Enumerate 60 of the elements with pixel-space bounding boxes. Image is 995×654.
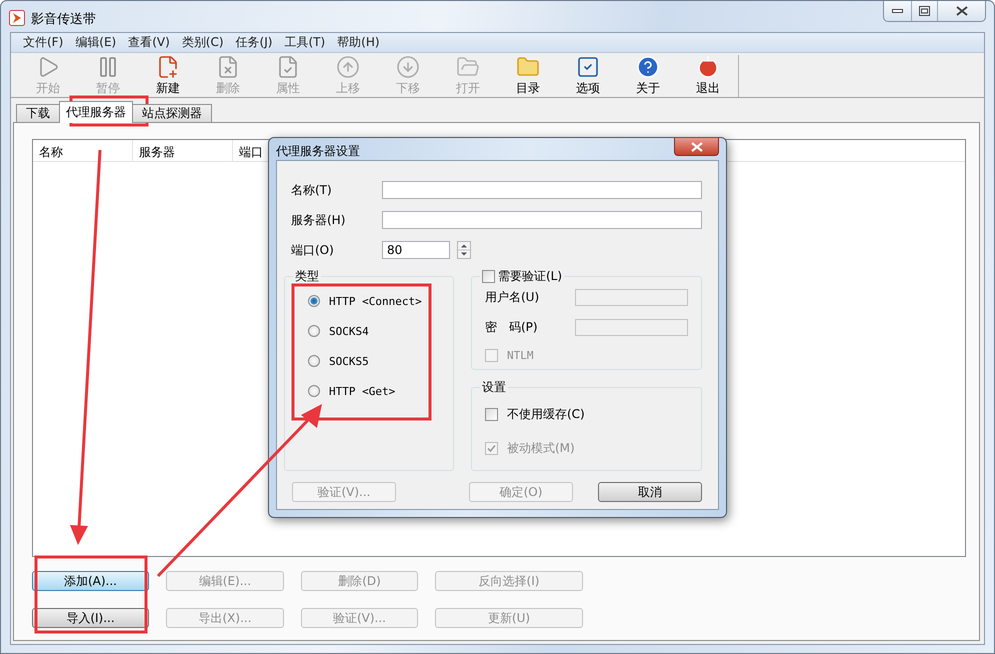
toolbar-button[interactable]: 新建 [138, 53, 198, 97]
check-square-icon [576, 55, 600, 79]
checkbox-label: 不使用缓存(C) [507, 406, 585, 423]
checkbox-label: NTLM [507, 349, 534, 362]
checkbox[interactable] [485, 408, 498, 421]
checkbox-label: 被动模式(M) [507, 440, 575, 457]
radio-button[interactable] [308, 295, 320, 307]
file-x-icon [216, 55, 240, 79]
group-title: 类型 [294, 268, 320, 285]
power-icon [696, 55, 720, 79]
menu-item[interactable]: 编辑(E) [69, 34, 122, 51]
close-icon [956, 6, 968, 16]
column-header[interactable]: 服务器 [133, 140, 233, 161]
toolbar-button[interactable]: 关于 [618, 53, 678, 97]
text-field[interactable] [382, 211, 702, 229]
radio-option[interactable]: SOCKS5 [308, 355, 453, 367]
tab[interactable]: 下载 [16, 104, 60, 123]
toolbar-button[interactable]: 目录 [498, 53, 558, 97]
radio-button[interactable] [308, 355, 320, 367]
window-title: 影音传送带 [31, 11, 96, 28]
column-header[interactable]: 名称 [33, 140, 133, 161]
dialog-button[interactable]: 取消 [598, 482, 702, 502]
port-field[interactable]: 80 [382, 241, 450, 259]
action-button[interactable]: 导入(I)... [32, 608, 149, 628]
checkbox-label: 需要验证(L) [498, 268, 562, 285]
close-button[interactable] [674, 138, 719, 156]
tab[interactable]: 站点探测器 [132, 104, 212, 123]
radio-option[interactable]: SOCKS4 [308, 325, 453, 337]
group-title: 设置 [481, 379, 507, 396]
folder-open-icon [456, 55, 480, 79]
radio-button[interactable] [308, 385, 320, 397]
folder-icon [516, 55, 540, 79]
close-icon [690, 142, 702, 152]
new-file-icon [156, 55, 180, 79]
maximize-icon [919, 6, 930, 16]
checkbox[interactable] [482, 270, 495, 283]
field-label: 名称(T) [291, 182, 333, 198]
tab[interactable]: 代理服务器 [59, 101, 133, 123]
field-label: 用户名(U) [485, 289, 540, 306]
radio-option[interactable]: HTTP <Connect> [308, 295, 453, 307]
help-icon [636, 55, 660, 79]
spin-button-icon[interactable] [457, 241, 471, 259]
field-label: 服务器(H) [291, 212, 346, 228]
minimize-icon [892, 9, 903, 13]
menu-item[interactable]: 类别(C) [176, 34, 230, 51]
menu-item[interactable]: 任务(J) [230, 34, 278, 51]
toolbar-button[interactable]: 退出 [678, 53, 738, 97]
menu-item[interactable]: 查看(V) [122, 34, 176, 51]
radio-option[interactable]: HTTP <Get> [308, 385, 453, 397]
app-icon [9, 10, 25, 26]
menu-item[interactable]: 文件(F) [17, 34, 70, 51]
menu-item[interactable]: 帮助(H) [331, 34, 386, 51]
file-check-icon [276, 55, 300, 79]
toolbar-button[interactable]: 选项 [558, 53, 618, 97]
field-label: 密 码(P) [485, 319, 539, 336]
radio-button[interactable] [308, 325, 320, 337]
action-button[interactable]: 添加(A)... [32, 571, 149, 591]
field-label: 端口(O) [291, 242, 335, 258]
text-field[interactable] [382, 181, 702, 199]
menu-item[interactable]: 工具(T) [278, 34, 332, 51]
